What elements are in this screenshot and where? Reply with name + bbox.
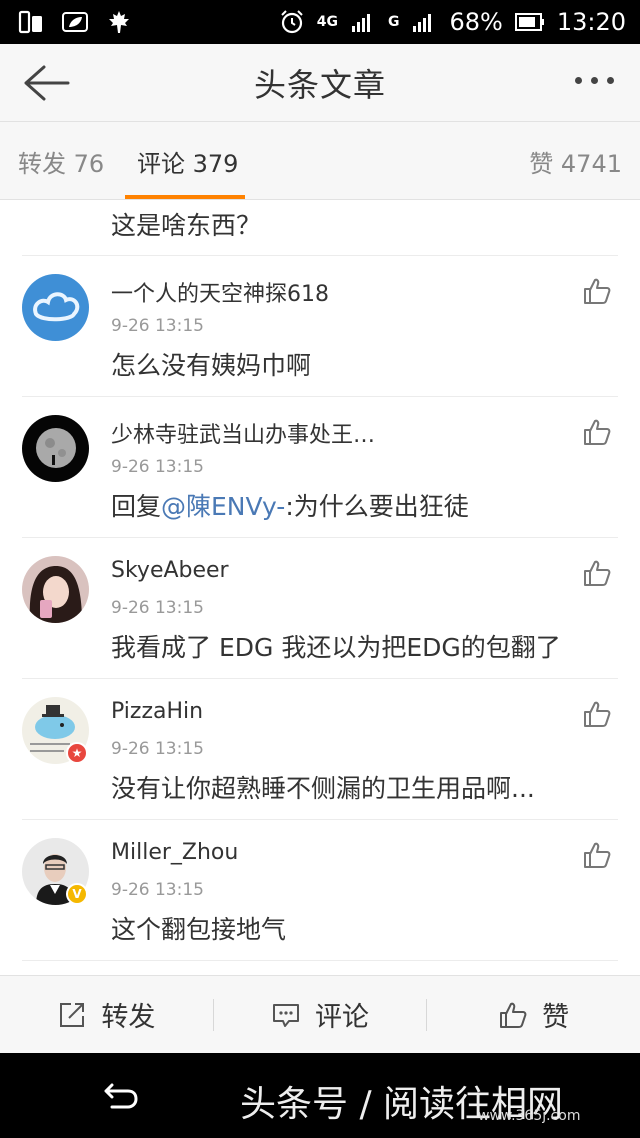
repost-label: 转发 bbox=[101, 1002, 156, 1033]
battery-icon bbox=[514, 13, 544, 31]
comment-text: 没有让你超熟睡不侧漏的卫生用品啊... bbox=[111, 774, 535, 803]
thumbs-up-icon[interactable] bbox=[582, 699, 612, 729]
comment-username[interactable]: SkyeAbeer bbox=[111, 558, 229, 583]
active-tab-indicator bbox=[125, 195, 245, 199]
comment-item[interactable]: ★ PizzaHin 9-26 13:15 没有让你超熟睡不侧漏的卫生用品啊..… bbox=[0, 679, 640, 820]
comment-username[interactable]: PizzaHin bbox=[111, 699, 203, 724]
mention-link[interactable]: @陳ENVy- bbox=[161, 492, 285, 521]
system-nav-bar: 头条号 / 阅读往相网 www.365j.com bbox=[0, 1053, 640, 1138]
bottom-toolbar: 转发 评论 赞 bbox=[0, 975, 640, 1053]
comment-item[interactable]: 一个人的天空神探618 9-26 13:15 怎么没有姨妈巾啊 bbox=[0, 256, 640, 397]
comment-text: 这个翻包接地气 bbox=[111, 915, 287, 944]
watermark-url: www.365j.com bbox=[478, 1108, 581, 1124]
page-title: 头条文章 bbox=[253, 65, 386, 104]
comment-time: 9-26 13:15 bbox=[111, 457, 204, 477]
thumbs-up-icon[interactable] bbox=[582, 840, 612, 870]
comment-username[interactable]: 少林寺驻武当山办事处王… bbox=[111, 417, 375, 449]
comment-item[interactable]: SkyeAbeer 9-26 13:15 我看成了 EDG 我还以为把EDG的包… bbox=[0, 538, 640, 679]
tab-repost[interactable]: 转发 76 bbox=[18, 144, 104, 179]
avatar[interactable] bbox=[22, 556, 89, 623]
repost-button[interactable]: 转发 bbox=[0, 976, 213, 1053]
comment-time: 9-26 13:15 bbox=[111, 316, 204, 336]
thumbs-up-icon bbox=[500, 1002, 527, 1028]
comment-time: 9-26 13:15 bbox=[111, 598, 204, 618]
comment-text-partial: 这是啥东西？ bbox=[111, 211, 262, 240]
tab-like[interactable]: 赞 4741 bbox=[529, 144, 622, 179]
alarm-clock-icon bbox=[281, 10, 303, 34]
comment-button[interactable]: 评论 bbox=[214, 976, 427, 1053]
signal-icon bbox=[351, 14, 370, 32]
like-label: 赞 bbox=[542, 1002, 570, 1033]
back-arrow-icon[interactable] bbox=[22, 63, 70, 103]
verified-v-badge-icon: V bbox=[66, 883, 88, 905]
status-bar: 4G G 68% 13:20 bbox=[0, 0, 640, 44]
divider bbox=[22, 960, 618, 961]
comment-item[interactable]: 少林寺驻武当山办事处王… 9-26 13:15 回复@陳ENVy-:为什么要出狂… bbox=[0, 397, 640, 538]
network-type-label: 4G bbox=[316, 14, 338, 30]
comment-username[interactable]: 一个人的天空神探618 bbox=[111, 276, 329, 308]
signal-icon-2 bbox=[413, 14, 432, 32]
comment-list[interactable]: 这是啥东西？ 一个人的天空神探618 9-26 13:15 怎么没有姨妈巾啊 少… bbox=[0, 200, 640, 975]
comment-icon bbox=[273, 1003, 299, 1027]
phone-screens-icon bbox=[18, 10, 42, 34]
comment-text: 我看成了 EDG 我还以为把EDG的包翻了 bbox=[111, 633, 561, 662]
app-header: 头条文章 bbox=[0, 44, 640, 122]
avatar[interactable] bbox=[22, 274, 89, 341]
comment-time: 9-26 13:15 bbox=[111, 739, 204, 759]
leaf-app-icon bbox=[62, 12, 88, 32]
reply-text: :为什么要出狂徒 bbox=[285, 492, 469, 521]
battery-percent: 68% bbox=[449, 8, 503, 36]
maple-leaf-icon bbox=[109, 11, 129, 33]
carrier-label: G bbox=[387, 14, 400, 30]
avatar[interactable] bbox=[22, 415, 89, 482]
red-star-badge-icon: ★ bbox=[66, 742, 88, 764]
tab-bar: 转发 76 评论 379 赞 4741 bbox=[0, 122, 640, 200]
tab-comment[interactable]: 评论 379 bbox=[137, 144, 238, 179]
reply-prefix: 回复 bbox=[111, 492, 162, 521]
comment-item[interactable]: V Miller_Zhou 9-26 13:15 这个翻包接地气 bbox=[0, 820, 640, 961]
comment-time: 9-26 13:15 bbox=[111, 880, 204, 900]
comment-text: 回复@陳ENVy-:为什么要出狂徒 bbox=[111, 487, 469, 523]
comment-text: 怎么没有姨妈巾啊 bbox=[111, 351, 312, 380]
comment-username[interactable]: Miller_Zhou bbox=[111, 840, 238, 865]
like-button[interactable]: 赞 bbox=[427, 976, 640, 1053]
thumbs-up-icon[interactable] bbox=[582, 558, 612, 588]
thumbs-up-icon[interactable] bbox=[582, 276, 612, 306]
thumbs-up-icon[interactable] bbox=[582, 417, 612, 447]
repost-icon bbox=[60, 1002, 85, 1027]
status-time: 13:20 bbox=[556, 8, 626, 36]
system-back-icon[interactable] bbox=[104, 1079, 138, 1113]
comment-label: 评论 bbox=[315, 1002, 369, 1033]
more-options-icon[interactable] bbox=[575, 77, 614, 84]
